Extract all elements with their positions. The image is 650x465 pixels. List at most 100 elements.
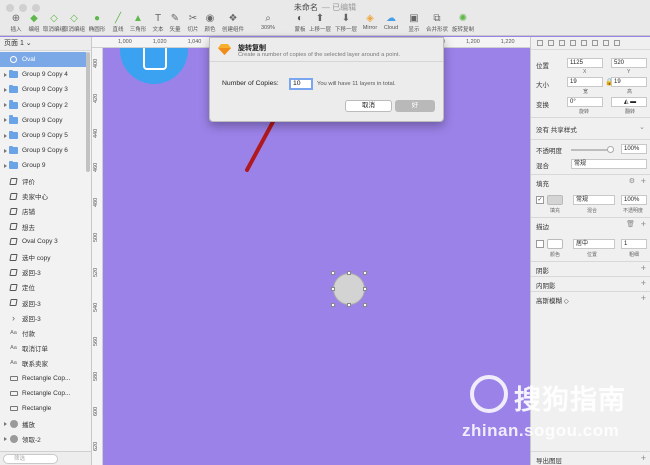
add-border-plus-icon[interactable]: +: [641, 220, 646, 229]
disclosure-triangle-icon[interactable]: [4, 163, 7, 168]
resize-handle-top[interactable]: [347, 271, 351, 275]
opacity-slider[interactable]: [571, 149, 611, 151]
resize-handle-bottom-left[interactable]: [331, 303, 335, 307]
fill-blend-dropdown[interactable]: 常规: [573, 195, 615, 205]
toolbar-button-19[interactable]: ⧉ 合并形状: [424, 12, 450, 34]
layer-item[interactable]: 返回-3: [0, 295, 86, 310]
fill-color-swatch[interactable]: [547, 195, 563, 205]
opacity-field[interactable]: 100%: [621, 144, 647, 154]
add-export-plus-icon[interactable]: +: [641, 454, 646, 463]
layer-item[interactable]: Group 9 Copy 5: [0, 128, 86, 143]
border-width-sublabel: 粗细: [629, 252, 640, 258]
layer-item[interactable]: 卖家中心: [0, 189, 86, 204]
layer-item[interactable]: Aa 联系卖家: [0, 356, 86, 371]
layer-item[interactable]: Group 9: [0, 158, 86, 173]
layer-item[interactable]: 播放: [0, 417, 86, 432]
add-shadow-plus-icon[interactable]: +: [641, 264, 646, 273]
align-top-icon[interactable]: [570, 40, 576, 46]
fill-opacity-field[interactable]: 100%: [621, 195, 647, 205]
align-right-icon[interactable]: [559, 40, 565, 46]
layer-item[interactable]: Aa 取消订单: [0, 341, 86, 356]
layer-item[interactable]: 想去: [0, 219, 86, 234]
layer-item[interactable]: › 返回-3: [0, 310, 86, 325]
layer-item[interactable]: Group 9 Copy 6: [0, 143, 86, 158]
layer-item[interactable]: Aa 付款: [0, 325, 86, 340]
add-inner-shadow-plus-icon[interactable]: +: [641, 279, 646, 288]
border-enabled-checkbox[interactable]: [536, 240, 544, 248]
layer-item[interactable]: 领取-2: [0, 432, 86, 447]
width-field[interactable]: 19: [567, 77, 603, 87]
cancel-button[interactable]: 取消: [345, 100, 392, 112]
trash-icon[interactable]: 🗑: [626, 220, 635, 228]
blend-dropdown[interactable]: 常规: [571, 159, 647, 169]
layer-item[interactable]: 选中 copy: [0, 249, 86, 264]
border-width-field[interactable]: 1: [621, 239, 647, 249]
disclosure-triangle-icon[interactable]: [4, 422, 7, 427]
fill-enabled-checkbox[interactable]: ✓: [536, 196, 544, 204]
layer-item[interactable]: 店铺: [0, 204, 86, 219]
border-position-dropdown[interactable]: 居中: [573, 239, 615, 249]
disclosure-triangle-icon[interactable]: [4, 148, 7, 153]
shared-style-dropdown[interactable]: 没有 共享样式: [536, 124, 577, 134]
layer-item[interactable]: Oval: [0, 52, 86, 68]
layer-item[interactable]: Group 9 Copy 2: [0, 98, 86, 113]
toolbar-button-20[interactable]: ✺ 旋转复制: [450, 12, 476, 34]
border-section: 描边 🗑 + 居中 1 颜色 位置 粗细: [531, 217, 650, 259]
layer-name: 取消订单: [22, 346, 48, 354]
selected-oval[interactable]: [333, 273, 365, 305]
flip-buttons[interactable]: ◭ ▬: [611, 97, 647, 107]
layer-name: Rectangle Cop...: [22, 375, 71, 383]
layer-item[interactable]: Group 9 Copy 4: [0, 67, 86, 82]
folder-icon: [9, 100, 18, 109]
resize-handle-right[interactable]: [363, 287, 367, 291]
y-field[interactable]: 520: [611, 58, 647, 68]
x-field[interactable]: 1125: [567, 58, 603, 68]
filter-input[interactable]: 筛选: [3, 454, 58, 464]
fill-settings-gear-icon[interactable]: ⚙: [629, 177, 635, 185]
resize-handle-left[interactable]: [331, 287, 335, 291]
fill-color-sublabel: 填充: [550, 208, 561, 214]
layer-item[interactable]: Rectangle Cop...: [0, 371, 86, 386]
copies-input[interactable]: 10: [289, 78, 313, 90]
layer-item[interactable]: Rectangle: [0, 401, 86, 416]
resize-handle-top-left[interactable]: [331, 271, 335, 275]
layer-item[interactable]: 返回-3: [0, 265, 86, 280]
layer-item[interactable]: Group 9 Copy: [0, 113, 86, 128]
height-field[interactable]: 19: [611, 77, 647, 87]
rotate-field[interactable]: 0°: [567, 97, 603, 107]
add-blur-plus-icon[interactable]: +: [641, 294, 646, 303]
layer-item[interactable]: Rectangle Cop...: [0, 386, 86, 401]
resize-handle-bottom-right[interactable]: [363, 303, 367, 307]
resize-handle-bottom[interactable]: [347, 303, 351, 307]
toolbar-button-12[interactable]: ⌕ 309%: [255, 12, 281, 32]
disclosure-triangle-icon[interactable]: [4, 133, 7, 138]
resize-handle-top-right[interactable]: [363, 271, 367, 275]
disclosure-triangle-icon[interactable]: [4, 118, 7, 123]
align-center-icon[interactable]: [548, 40, 554, 46]
layer-item[interactable]: Oval Copy 3: [0, 234, 86, 249]
layer-item[interactable]: 评价: [0, 174, 86, 189]
distribute-vertical-icon[interactable]: [614, 40, 620, 46]
toolbar-button-15[interactable]: ⬇ 下移一层: [333, 12, 359, 34]
disclosure-triangle-icon[interactable]: [4, 437, 7, 442]
opacity-slider-knob[interactable]: [607, 146, 614, 153]
layer-item[interactable]: Group 9 Copy 3: [0, 82, 86, 97]
layer-item[interactable]: 定位: [0, 280, 86, 295]
layers-scrollbar[interactable]: [86, 52, 90, 172]
disclosure-triangle-icon[interactable]: [4, 87, 7, 92]
disclosure-triangle-icon[interactable]: [4, 103, 7, 108]
align-middle-icon[interactable]: [581, 40, 587, 46]
page-selector[interactable]: 页面 1 ⌄: [0, 37, 91, 51]
distribute-horizontal-icon[interactable]: [603, 40, 609, 46]
add-fill-plus-icon[interactable]: +: [641, 177, 646, 186]
align-bottom-icon[interactable]: [592, 40, 598, 46]
ok-button[interactable]: 好: [395, 100, 435, 112]
align-left-icon[interactable]: [537, 40, 543, 46]
toolbar-button-11[interactable]: ❖ 创建组件: [220, 12, 246, 34]
y-sublabel: Y: [627, 69, 631, 75]
blur-dropdown[interactable]: 高斯模糊 ◇: [536, 295, 569, 305]
disclosure-triangle-icon[interactable]: [4, 72, 7, 77]
border-color-swatch[interactable]: [547, 239, 563, 249]
vertical-ruler[interactable]: 400 420 440 460 480 500 520 540 560 580 600 620: [92, 48, 103, 465]
toolbar-button-14[interactable]: ⬆ 上移一层: [307, 12, 333, 34]
